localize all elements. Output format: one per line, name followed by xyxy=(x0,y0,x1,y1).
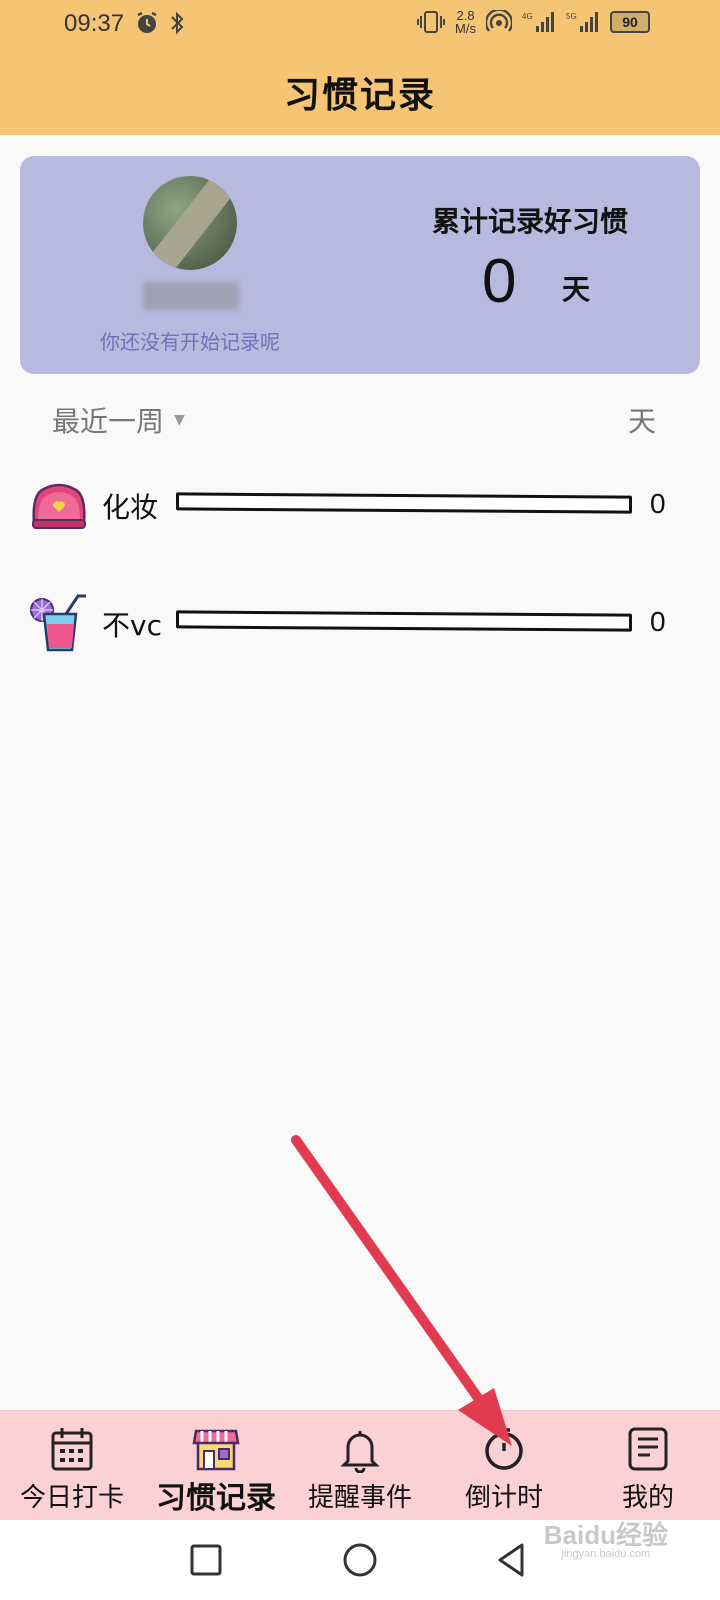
status-bar: 09:37 2.8 M/s 4G 5G 90 xyxy=(0,0,720,50)
svg-text:5G: 5G xyxy=(566,12,577,21)
summary-card: 你还没有开始记录呢 累计记录好习惯 0 天 xyxy=(20,156,700,374)
bottom-nav: 今日打卡 习惯记录 提醒事件 倒计时 我的 xyxy=(0,1410,720,1520)
vibrate-icon xyxy=(417,11,446,33)
blurred-username xyxy=(143,282,239,310)
cellular-signal-5g-icon: 5G xyxy=(566,12,598,32)
total-days-value: 0 xyxy=(482,247,517,316)
total-days-unit: 天 xyxy=(562,273,591,306)
nav-tab-reminders[interactable]: 提醒事件 xyxy=(288,1411,432,1520)
timer-icon xyxy=(485,1428,523,1470)
svg-text:4G: 4G xyxy=(522,12,533,21)
nav-tab-habit-records[interactable]: 习惯记录 xyxy=(144,1411,288,1520)
top-header-area: 09:37 2.8 M/s 4G 5G 90 习惯记录 xyxy=(0,0,720,135)
watermark: Baidu经验 jingyan.baidu.com xyxy=(544,1522,668,1560)
red-arrow-icon xyxy=(291,1135,512,1446)
habit-progress-bar xyxy=(176,492,632,514)
nav-label: 习惯记录 xyxy=(156,1481,276,1516)
nav-label: 提醒事件 xyxy=(307,1483,412,1513)
home-icon[interactable] xyxy=(340,1540,380,1580)
nav-tab-checkin[interactable]: 今日打卡 xyxy=(0,1411,144,1520)
habit-name: 化妆 xyxy=(102,491,159,524)
nav-label: 我的 xyxy=(621,1483,674,1513)
profile-document-icon xyxy=(628,1427,668,1471)
bluetooth-icon xyxy=(171,11,184,35)
habit-row[interactable]: 化妆 0 xyxy=(0,470,720,540)
hotspot-icon xyxy=(486,10,512,32)
habit-count: 0 xyxy=(650,606,666,637)
period-unit-label: 天 xyxy=(627,405,656,438)
calendar-icon xyxy=(51,1428,93,1471)
period-row: 最近一周 ▼ 天 xyxy=(0,396,720,446)
back-icon[interactable] xyxy=(492,1540,532,1580)
nav-tab-profile[interactable]: 我的 xyxy=(576,1411,720,1520)
battery-indicator: 90 xyxy=(610,11,650,33)
habit-row[interactable]: 不vc 0 xyxy=(0,588,720,658)
empty-hint-text: 你还没有开始记录呢 xyxy=(100,330,280,354)
period-dropdown[interactable]: 最近一周 ▼ xyxy=(52,400,185,440)
habit-progress-bar xyxy=(176,610,632,632)
recent-apps-icon[interactable] xyxy=(186,1540,226,1580)
alarm-icon xyxy=(137,11,157,33)
bell-icon xyxy=(340,1431,380,1473)
nav-tab-countdown[interactable]: 倒计时 xyxy=(432,1411,576,1520)
avatar[interactable] xyxy=(143,176,237,270)
page-title: 习惯记录 xyxy=(283,74,436,116)
habit-count: 0 xyxy=(650,488,666,519)
watermark-brand: Baidu经验 xyxy=(543,1520,668,1550)
period-dropdown-label: 最近一周 xyxy=(52,405,165,438)
makeup-bag-icon xyxy=(32,483,86,529)
nav-label: 今日打卡 xyxy=(19,1483,124,1513)
network-speed: 2.8 M/s xyxy=(455,8,476,36)
cellular-signal-icon: 4G xyxy=(522,12,554,32)
drink-cup-icon xyxy=(30,594,86,652)
habit-name: 不vc xyxy=(102,609,162,642)
caret-down-icon: ▼ xyxy=(174,412,185,428)
status-time: 09:37 xyxy=(64,10,125,37)
nav-label: 倒计时 xyxy=(464,1483,543,1513)
total-days-label: 累计记录好习惯 xyxy=(431,205,628,238)
watermark-url: jingyan.baidu.com xyxy=(561,1548,651,1560)
shop-icon xyxy=(192,1429,240,1471)
